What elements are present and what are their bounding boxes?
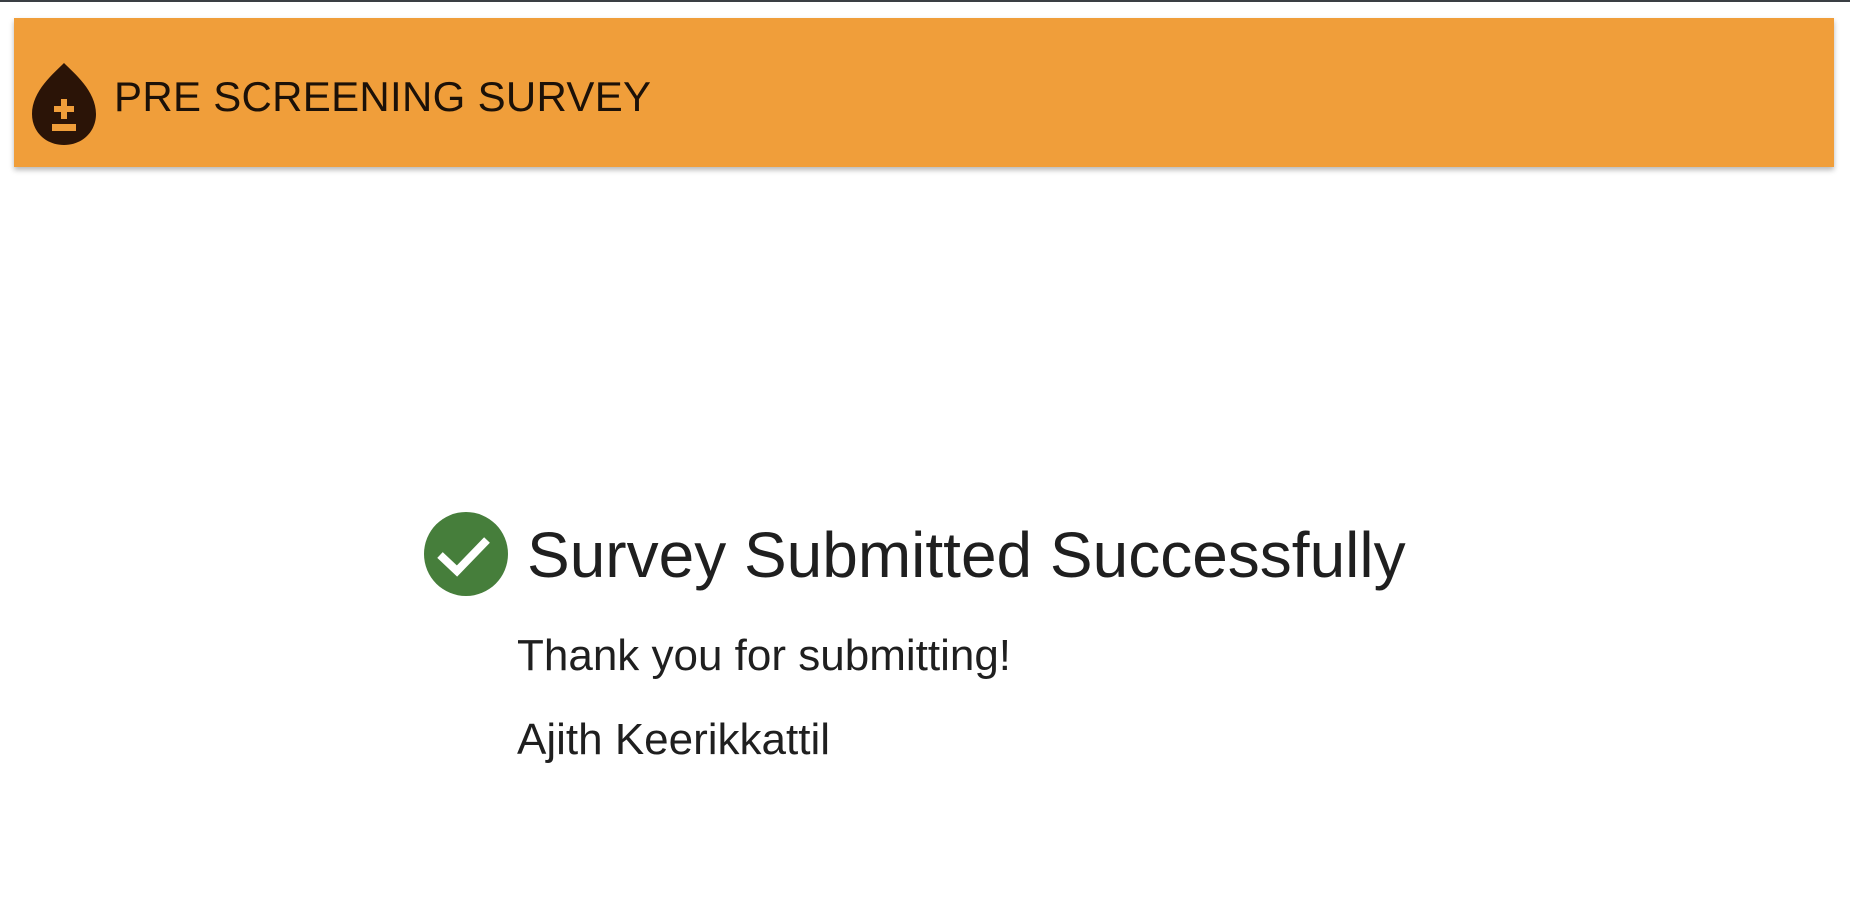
blood-drop-logo-icon	[30, 45, 98, 149]
app-title: PRE SCREENING SURVEY	[114, 73, 652, 120]
submission-confirmation: Survey Submitted Successfully Thank you …	[424, 510, 1524, 770]
submitter-name: Ajith Keerikkattil	[517, 715, 831, 764]
thank-you-message: Thank you for submitting!	[517, 631, 1012, 680]
window-top-border	[0, 0, 1850, 2]
check-circle-icon	[424, 512, 508, 596]
app-header: PRE SCREENING SURVEY	[14, 18, 1834, 167]
success-heading: Survey Submitted Successfully	[527, 519, 1406, 591]
